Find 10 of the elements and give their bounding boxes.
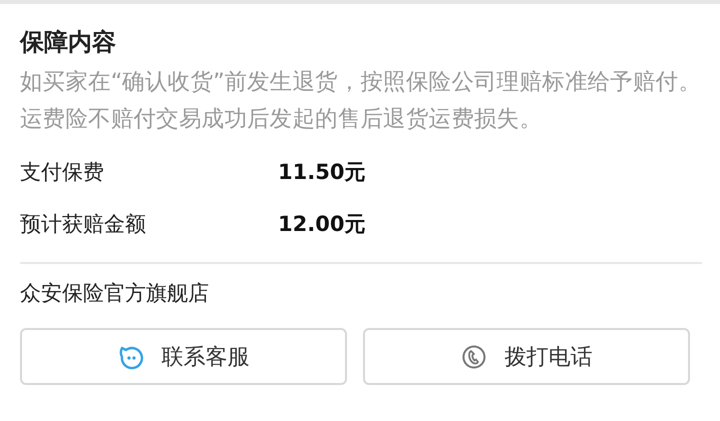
detail-label: 预计获赔金额 [20,211,147,238]
call-button[interactable]: 拨打电话 [363,328,690,385]
store-name: 众安保险官方旗舰店 [20,280,210,307]
contact-button[interactable]: 联系客服 [20,328,347,385]
description: 如买家在“确认收货”前发生退货，按照保险公司理赔标准给予赔付。运费险不赔付交易成功后发起的售后退货运费损失。 [20,68,702,134]
detail-label: 支付保费 [20,159,105,186]
detail-value: 11.50元 [278,159,366,186]
section-title: 保障内容 [20,27,117,58]
phone-icon [460,344,486,370]
detail-value: 12.00元 [278,211,366,238]
